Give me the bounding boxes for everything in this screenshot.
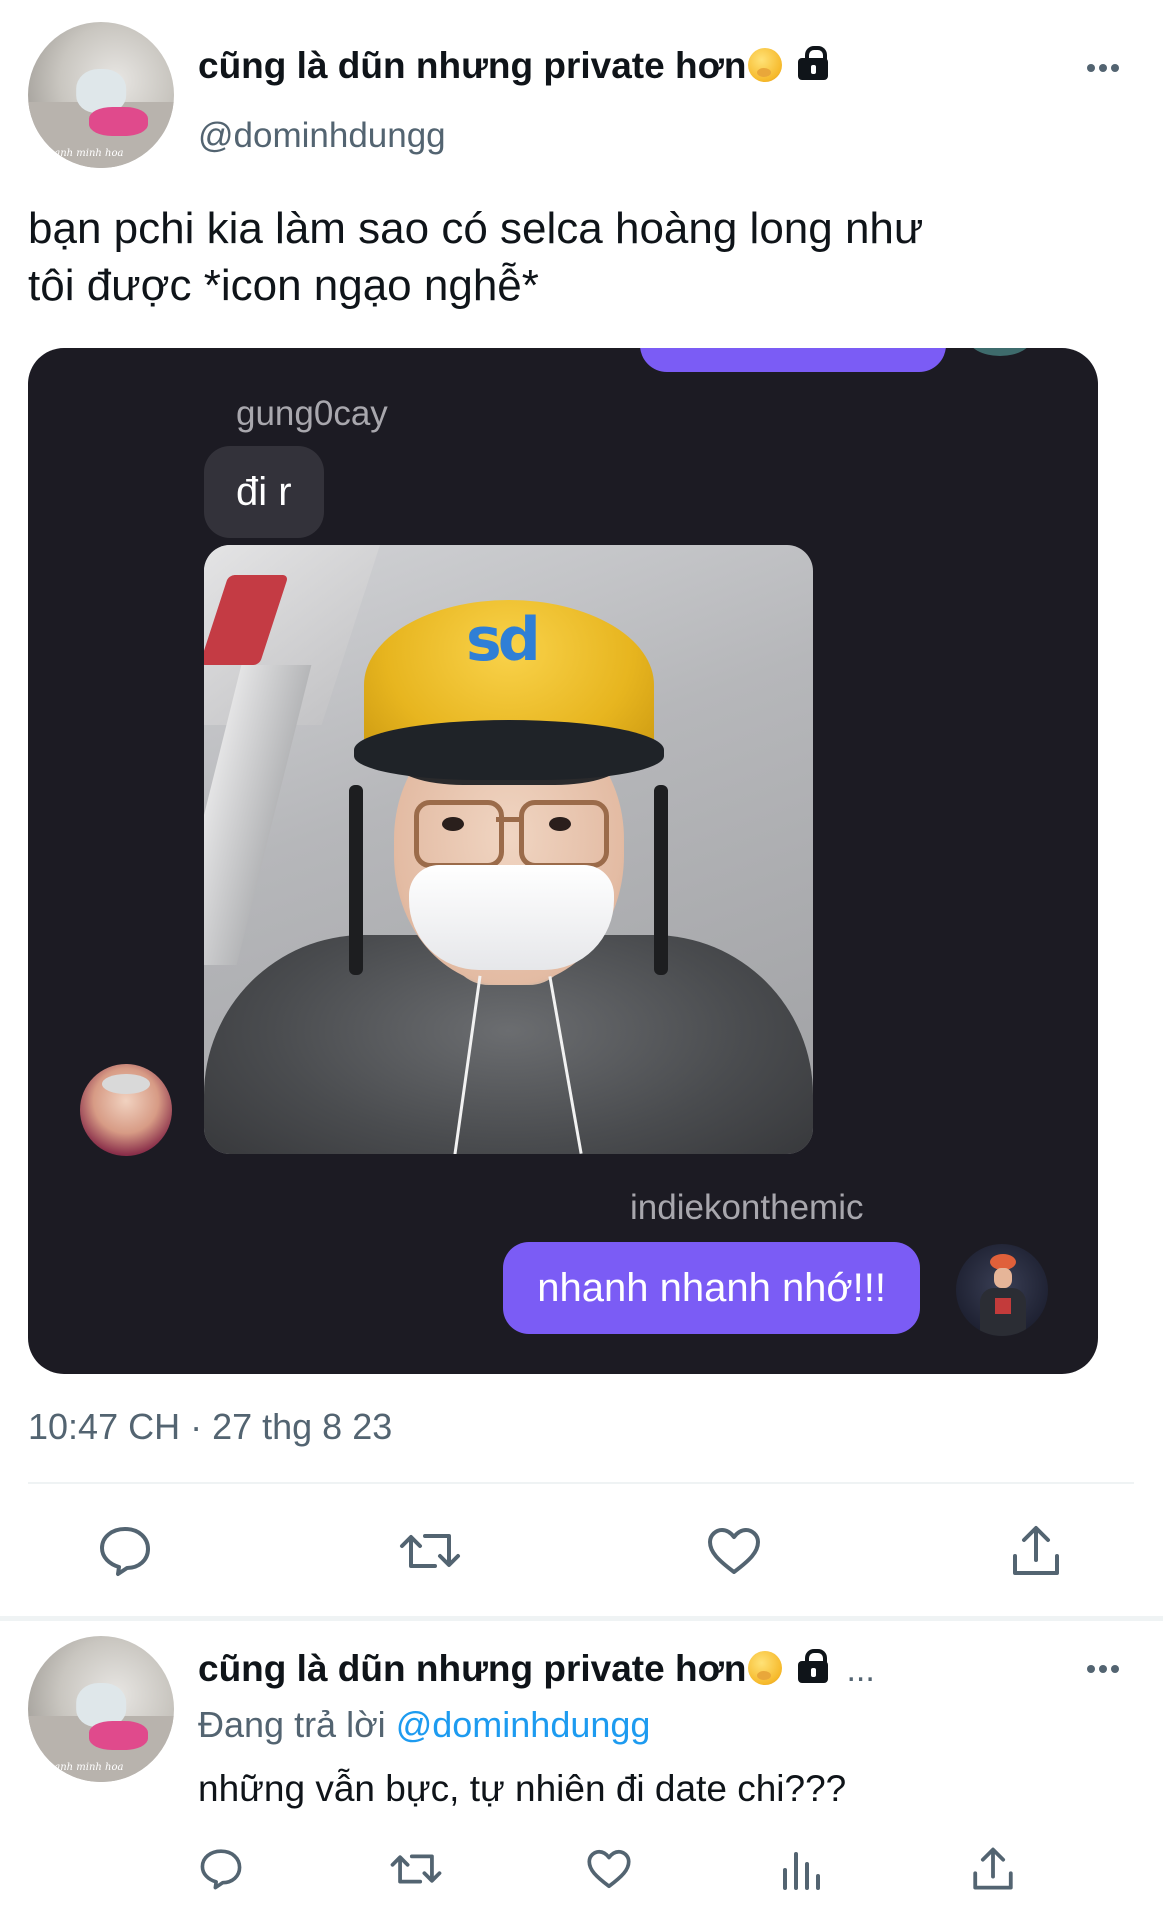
shushing-face-emoji-icon [748, 48, 783, 82]
reply-reply-button[interactable] [196, 1846, 246, 1892]
more-options-icon[interactable] [1085, 56, 1121, 80]
reply-author-name-row[interactable]: cũng là dũn nhưng private hơn... [198, 1648, 875, 1690]
reply-icon [100, 1527, 150, 1576]
attached-image[interactable]: gung0cay đi r sd indiekonthemic nhanh nh… [28, 348, 1098, 1374]
share-icon [1013, 1526, 1059, 1575]
author-name-row[interactable]: cũng là dũn nhưng private hơn [198, 45, 830, 87]
author-handle[interactable]: @dominhdungg [198, 116, 446, 156]
replying-to-handle[interactable]: @dominhdungg [396, 1704, 651, 1745]
like-button[interactable] [704, 1524, 764, 1578]
reply-more-options-icon[interactable] [1085, 1657, 1121, 1681]
share-button[interactable] [1006, 1522, 1066, 1580]
partial-message-bubble [640, 348, 946, 372]
shushing-face-emoji-icon [748, 1651, 783, 1685]
reply-text: những vẫn bực, tự nhiên đi date chi??? [198, 1768, 847, 1809]
chat-sender-name: gung0cay [236, 394, 388, 433]
chat-sender-name-self: indiekonthemic [630, 1188, 864, 1227]
chat-message-bubble-self: nhanh nhanh nhớ!!! [503, 1242, 920, 1334]
reply-views-button[interactable] [776, 1846, 826, 1892]
avatar-caption: anh minh hoa [54, 148, 124, 160]
reply-icon [200, 1849, 242, 1890]
tweet-timestamp[interactable]: 10:47 CH · 27 thg 8 23 [28, 1406, 392, 1448]
retweet-button[interactable] [398, 1524, 462, 1578]
helmet-logo: sd [466, 605, 541, 675]
replying-to: Đang trả lời @dominhdungg [198, 1704, 650, 1746]
avatar-caption: anh minh hoa [54, 1762, 124, 1774]
heart-icon [708, 1528, 760, 1574]
tweet-text-line-2: tôi được *icon ngạo nghễ* [28, 261, 539, 310]
tweet-text: bạn pchi kia làm sao có selca hoàng long… [28, 200, 1138, 314]
sender-avatar [80, 1064, 172, 1156]
author-avatar[interactable]: anh minh hoa [28, 22, 174, 168]
chat-message-text-self: nhanh nhanh nhớ!!! [537, 1265, 886, 1310]
retweet-icon [400, 1534, 460, 1568]
tweet-text-line-1: bạn pchi kia làm sao có selca hoàng long… [28, 204, 924, 253]
heart-icon [587, 1849, 631, 1889]
retweet-icon [390, 1854, 442, 1884]
views-icon [783, 1852, 820, 1890]
partial-avatar [968, 348, 1032, 356]
self-avatar [956, 1244, 1048, 1336]
divider [28, 1482, 1134, 1484]
selfie-photo: sd [204, 545, 813, 1154]
author-name[interactable]: cũng là dũn nhưng private hơn [198, 45, 746, 86]
reply-retweet-button[interactable] [388, 1846, 444, 1892]
reply-share-button[interactable] [968, 1844, 1018, 1894]
face-mask [409, 865, 614, 970]
lock-icon [796, 46, 830, 80]
reply-author-name[interactable]: cũng là dũn nhưng private hơn [198, 1648, 746, 1689]
replying-to-prefix: Đang trả lời [198, 1704, 386, 1745]
reply-author-avatar[interactable]: anh minh hoa [28, 1636, 174, 1782]
reply-like-button[interactable] [584, 1846, 634, 1892]
lock-icon [796, 1649, 830, 1683]
chat-message-text: đi r [236, 469, 292, 514]
share-icon [973, 1847, 1013, 1890]
reply-button[interactable] [95, 1524, 155, 1578]
section-divider [0, 1616, 1163, 1621]
name-ellipsis: ... [846, 1651, 875, 1689]
chat-message-bubble: đi r [204, 446, 324, 538]
